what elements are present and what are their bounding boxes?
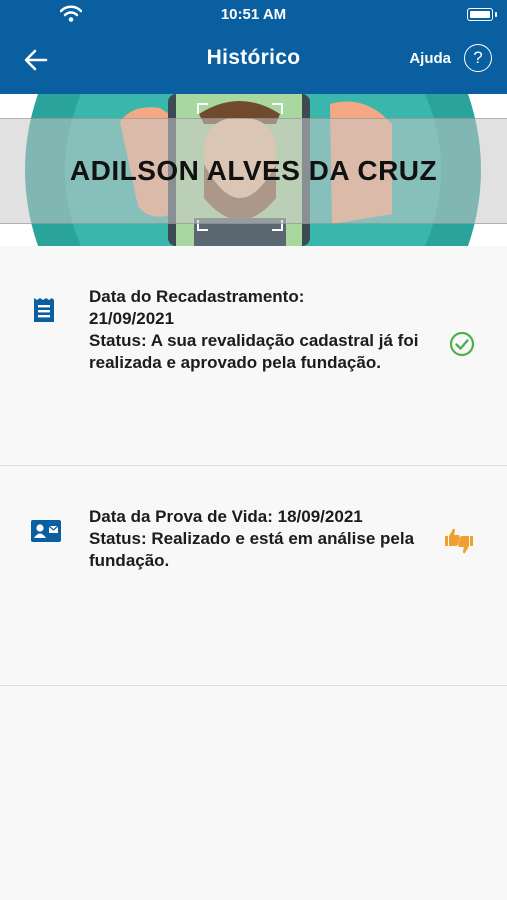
record-status: Status: A sua revalidação cadastral já f… bbox=[89, 331, 419, 372]
record-card-prova-de-vida: Data da Prova de Vida: 18/09/2021 Status… bbox=[0, 466, 507, 686]
record-card-recadastramento: Data do Recadastramento: 21/09/2021 Stat… bbox=[0, 246, 507, 466]
status-bar: 10:51 AM bbox=[0, 0, 507, 30]
app-header: 10:51 AM Histórico Ajuda ? bbox=[0, 0, 507, 94]
help-icon[interactable]: ? bbox=[464, 44, 492, 72]
status-time: 10:51 AM bbox=[220, 6, 287, 23]
profile-banner: ADILSON ALVES DA CRUZ bbox=[0, 94, 507, 246]
battery-icon bbox=[467, 8, 497, 21]
record-date-label: Data do Recadastramento: bbox=[89, 287, 305, 306]
document-icon bbox=[34, 298, 54, 322]
record-date-label: Data da Prova de Vida: 18/09/2021 bbox=[89, 507, 363, 526]
check-circle-icon bbox=[449, 331, 475, 357]
id-card-icon bbox=[31, 520, 61, 542]
help-link[interactable]: Ajuda bbox=[409, 50, 451, 67]
thumbs-up-down-icon bbox=[445, 528, 473, 554]
record-text: Data do Recadastramento: 21/09/2021 Stat… bbox=[89, 286, 429, 374]
record-text: Data da Prova de Vida: 18/09/2021 Status… bbox=[89, 506, 429, 572]
record-date-value: 21/09/2021 bbox=[89, 309, 175, 328]
profile-name: ADILSON ALVES DA CRUZ bbox=[69, 155, 438, 186]
nav-bar: Histórico Ajuda ? bbox=[0, 38, 507, 82]
record-status: Status: Realizado e está em análise pela… bbox=[89, 529, 415, 570]
name-band: ADILSON ALVES DA CRUZ bbox=[0, 118, 507, 224]
